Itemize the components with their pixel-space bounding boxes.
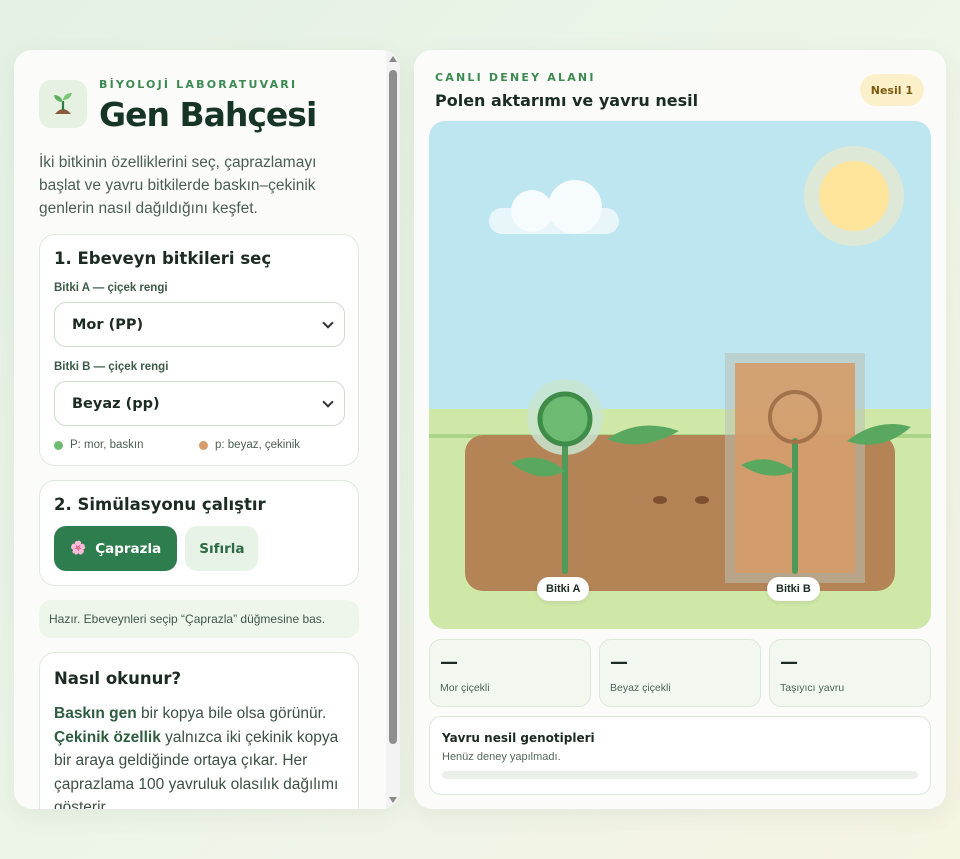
recessive-dot-icon — [199, 440, 208, 450]
garden-illustration — [429, 121, 931, 629]
scroll-down-icon[interactable] — [389, 797, 397, 803]
legend-dominant-text: P: mor, baskın — [70, 439, 144, 451]
scroll-thumb[interactable] — [389, 70, 397, 744]
status-message: Hazır. Ebeveynleri seçip “Çaprazla” düğm… — [39, 600, 359, 638]
garden-scene: Bitki A Bitki B — [429, 121, 931, 629]
parents-heading: 1. Ebeveyn bitkileri seç — [54, 249, 272, 268]
genotypes-title: Yavru nesil genotipleri — [442, 731, 595, 745]
legend-recessive: p: beyaz, çekinik — [199, 439, 344, 451]
flower-icon: 🌸 — [70, 541, 87, 556]
plant-a-tag: Bitki A — [537, 577, 590, 601]
stat-value: — — [780, 652, 798, 673]
simulation-heading: 2. Simülasyonu çalıştır — [54, 495, 266, 514]
plant-a-select[interactable]: Mor (PP) — [54, 302, 345, 347]
how-heading: Nasıl okunur? — [54, 669, 182, 688]
dominant-term: Baskın gen — [54, 705, 137, 722]
offspring-genotypes-card: Yavru nesil genotipleri Henüz deney yapı… — [429, 716, 931, 795]
cross-button[interactable]: 🌸 Çaprazla — [54, 526, 178, 571]
stat-carrier-offspring: — Taşıyıcı yavru — [769, 639, 931, 707]
how-text: Baskın gen bir kopya bile olsa görünür. … — [54, 702, 344, 809]
stat-purple-flowered: — Mor çiçekli — [429, 639, 591, 707]
stat-label: Taşıyıcı yavru — [780, 682, 845, 694]
simulation-card: 2. Simülasyonu çalıştır 🌸 Çaprazla Sıfır… — [39, 480, 359, 586]
stat-label: Mor çiçekli — [440, 682, 490, 694]
how-to-read-card: Nasıl okunur? Baskın gen bir kopya bile … — [39, 652, 359, 809]
scrollbar[interactable] — [386, 50, 400, 809]
brand-header: BİYOLOJİ LABORATUVARI Gen Bahçesi — [39, 78, 386, 135]
legend-recessive-text: p: beyaz, çekinik — [215, 439, 301, 451]
dominant-explanation: bir kopya bile olsa görünür. — [136, 705, 327, 722]
seed — [695, 496, 709, 504]
offspring-stats: — Mor çiçekli — Beyaz çiçekli — Taşıyıcı… — [429, 639, 931, 707]
stat-value: — — [610, 652, 628, 673]
sun-icon — [804, 146, 904, 246]
genotype-distribution-bar — [442, 771, 918, 779]
experiment-title: Polen aktarımı ve yavru nesil — [435, 91, 699, 110]
legend-dominant: P: mor, baskın — [54, 439, 199, 451]
dominant-dot-icon — [54, 440, 63, 450]
plant-b-select[interactable]: Beyaz (pp) — [54, 381, 345, 426]
plant-b-selected-value: Beyaz (pp) — [72, 395, 160, 412]
sprout-icon — [39, 80, 87, 128]
stat-label: Beyaz çiçekli — [610, 682, 671, 694]
plant-a-label: Bitki A — çiçek rengi — [54, 282, 168, 294]
parents-card: 1. Ebeveyn bitkileri seç Bitki A — çiçek… — [39, 234, 359, 466]
app-title: Gen Bahçesi — [99, 95, 317, 134]
plant-b-label: Bitki B — çiçek rengi — [54, 361, 169, 373]
chevron-down-icon — [322, 316, 334, 329]
plant-a-selected-value: Mor (PP) — [72, 316, 144, 333]
stat-white-flowered: — Beyaz çiçekli — [599, 639, 761, 707]
cross-button-label: Çaprazla — [95, 540, 162, 557]
seed — [653, 496, 667, 504]
scroll-up-icon[interactable] — [389, 56, 397, 62]
recessive-term: Çekinik özellik — [54, 728, 161, 746]
chevron-down-icon — [322, 395, 334, 408]
genotypes-empty-text: Henüz deney yapılmadı. — [442, 751, 561, 763]
allele-legend: P: mor, baskın p: beyaz, çekinik — [54, 439, 344, 451]
control-panel-scroll-area[interactable]: BİYOLOJİ LABORATUVARI Gen Bahçesi İki bi… — [14, 50, 386, 809]
reset-button[interactable]: Sıfırla — [185, 526, 259, 571]
stat-value: — — [440, 652, 458, 673]
experiment-panel: CANLI DENEY ALANI Polen aktarımı ve yavr… — [414, 50, 946, 809]
plant-b-tag: Bitki B — [767, 577, 820, 601]
intro-text: İki bitkinin özelliklerini seç, çaprazla… — [39, 154, 317, 217]
reset-button-label: Sıfırla — [199, 540, 245, 557]
generation-badge: Nesil 1 — [859, 74, 924, 106]
control-panel: BİYOLOJİ LABORATUVARI Gen Bahçesi İki bi… — [14, 50, 400, 809]
experiment-eyebrow: CANLI DENEY ALANI — [435, 71, 596, 84]
lab-eyebrow: BİYOLOJİ LABORATUVARI — [99, 78, 298, 91]
